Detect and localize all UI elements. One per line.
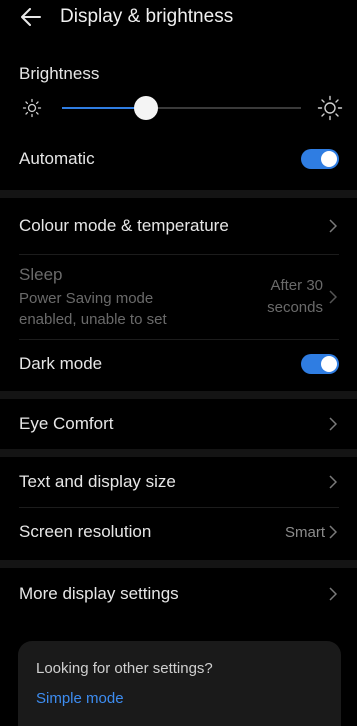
back-arrow-icon[interactable] (20, 6, 42, 28)
dark-mode-row[interactable]: Dark mode (0, 340, 357, 388)
screen-resolution-value: Smart (284, 523, 325, 541)
dark-mode-label: Dark mode (19, 354, 103, 373)
chevron-right-icon (329, 417, 339, 431)
eye-comfort-row[interactable]: Eye Comfort (0, 399, 357, 449)
simple-mode-link[interactable]: Simple mode (18, 677, 341, 707)
app-header: Display & brightness (0, 0, 357, 34)
sleep-label: Sleep (19, 264, 63, 284)
eye-comfort-label: Eye Comfort (19, 414, 114, 433)
dark-mode-toggle-knob (321, 356, 337, 372)
automatic-label: Automatic (19, 149, 95, 168)
brightness-slider-row (0, 86, 357, 130)
more-display-label: More display settings (19, 584, 179, 603)
screen-resolution-label: Screen resolution (19, 522, 152, 541)
page-title: Display & brightness (60, 6, 234, 27)
brightness-slider[interactable] (62, 96, 301, 120)
sleep-subtitle-line2: enabled, unable to set (19, 310, 167, 328)
suggestion-card: Looking for other settings? Simple mode (18, 641, 341, 726)
screen-resolution-row[interactable]: Screen resolution Smart (0, 508, 357, 556)
chevron-right-icon (329, 290, 339, 304)
text-size-label: Text and display size (19, 472, 176, 491)
colour-mode-row[interactable]: Colour mode & temperature (0, 198, 357, 254)
brightness-label: Brightness (19, 64, 100, 83)
section-gap (0, 190, 357, 198)
brightness-high-icon (317, 95, 343, 121)
automatic-toggle-knob (321, 151, 337, 167)
chevron-right-icon (329, 219, 339, 233)
section-gap (0, 560, 357, 568)
brightness-low-icon (22, 98, 42, 118)
more-display-row[interactable]: More display settings (0, 568, 357, 620)
chevron-right-icon (329, 475, 339, 489)
sleep-value: After 30 seconds (267, 275, 323, 319)
text-size-row[interactable]: Text and display size (0, 457, 357, 507)
brightness-slider-thumb[interactable] (133, 96, 158, 120)
dark-mode-toggle[interactable] (301, 354, 339, 374)
sleep-value-line1: After 30 (270, 277, 323, 294)
sleep-subtitle: Power Saving mode enabled, unable to set (19, 288, 167, 330)
sleep-row: Sleep Power Saving mode enabled, unable … (0, 255, 357, 339)
chevron-right-icon (329, 525, 339, 539)
suggestion-question: Looking for other settings? (36, 660, 213, 677)
sleep-value-line2: seconds (267, 299, 323, 316)
sleep-subtitle-line1: Power Saving mode (19, 289, 154, 307)
colour-mode-label: Colour mode & temperature (19, 216, 229, 235)
automatic-toggle[interactable] (301, 149, 339, 169)
section-gap (0, 391, 357, 399)
section-gap (0, 449, 357, 457)
automatic-row[interactable]: Automatic (0, 138, 357, 180)
chevron-right-icon (329, 587, 339, 601)
